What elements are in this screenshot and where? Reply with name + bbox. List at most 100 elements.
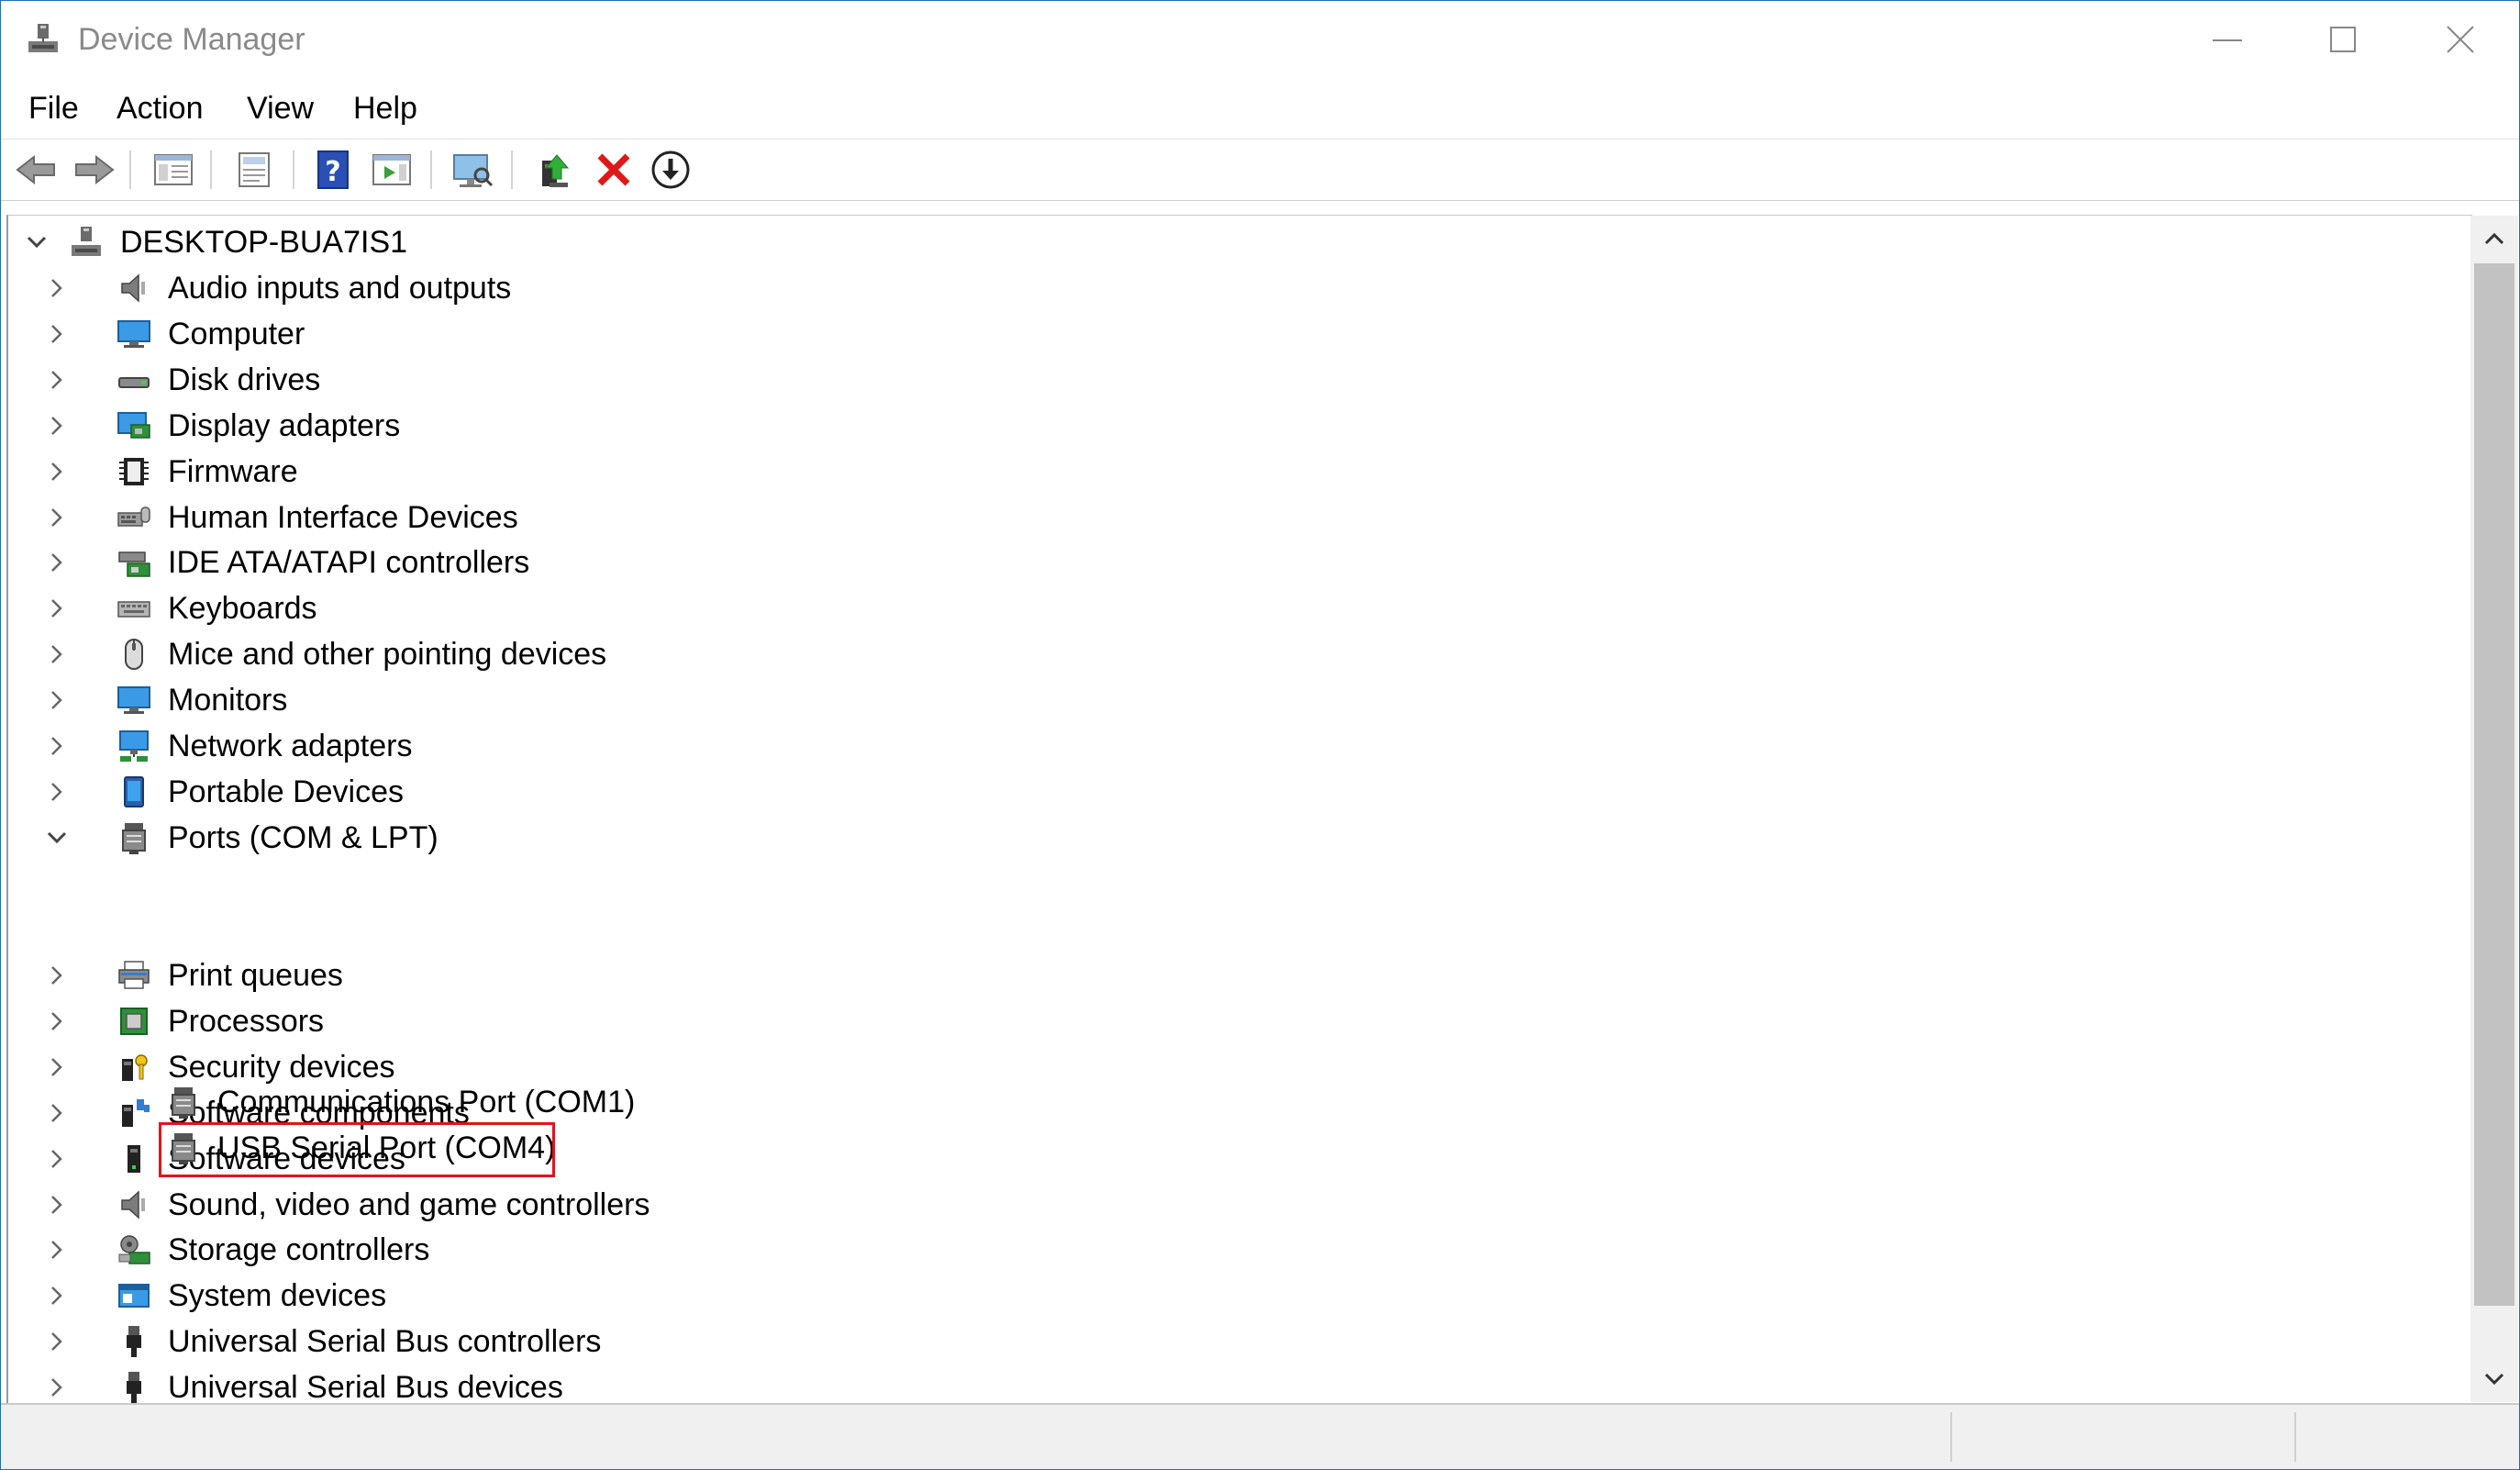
tree-category-display-adapters[interactable]: Display adapters <box>8 403 2472 449</box>
display-adapter-icon <box>117 412 150 439</box>
tree-category-label: Ports (COM & LPT) <box>168 820 439 855</box>
scroll-up-button[interactable] <box>2470 216 2518 262</box>
monitor-scan-icon <box>453 154 494 187</box>
computer-tower-icon <box>72 227 101 256</box>
tree-category-ports-com-lpt[interactable]: Ports (COM & LPT) <box>8 815 2472 861</box>
close-button[interactable] <box>2402 1 2519 80</box>
tree-root-node[interactable]: DESKTOP-BUA7IS1 <box>8 219 2472 265</box>
minimize-icon <box>2213 39 2242 41</box>
chevron-right-icon[interactable] <box>41 1052 72 1083</box>
tree-category-mice-and-other-pointing-devices[interactable]: Mice and other pointing devices <box>8 631 2472 677</box>
tree-category-network-adapters[interactable]: Network adapters <box>8 723 2472 769</box>
chevron-right-icon[interactable] <box>41 1006 72 1037</box>
tree-item-usb-serial-port[interactable]: USB Serial Port (COM4) <box>8 1125 2472 1171</box>
scan-hardware-button[interactable] <box>450 148 494 192</box>
tree-category-universal-serial-bus-controllers[interactable]: Universal Serial Bus controllers <box>8 1319 2472 1364</box>
chevron-right-icon[interactable] <box>41 593 72 624</box>
tree-category-label: Audio inputs and outputs <box>168 271 512 306</box>
chevron-right-icon[interactable] <box>41 960 72 991</box>
tree-category-computer[interactable]: Computer <box>8 311 2472 357</box>
properties-button[interactable] <box>232 148 276 192</box>
forward-button[interactable] <box>72 148 117 192</box>
chevron-right-icon[interactable] <box>41 1280 72 1311</box>
toolbar-separator <box>511 150 513 189</box>
tree-category-processors[interactable]: Processors <box>8 998 2472 1044</box>
tree-category-storage-controllers[interactable]: Storage controllers <box>8 1227 2472 1273</box>
tree-category-system-devices[interactable]: System devices <box>8 1273 2472 1319</box>
ide-controller-icon <box>118 551 150 577</box>
help-button[interactable]: ? <box>311 148 355 192</box>
menu-file[interactable]: File <box>28 87 79 129</box>
chevron-right-icon[interactable] <box>41 502 72 533</box>
port-icon <box>172 1133 195 1164</box>
tree-category-label: Storage controllers <box>168 1232 430 1267</box>
vertical-scrollbar[interactable] <box>2470 216 2518 1402</box>
chevron-right-icon[interactable] <box>41 410 72 441</box>
device-tree[interactable]: DESKTOP-BUA7IS1 Audio inputs and outputs… <box>6 215 2472 1403</box>
chevron-right-icon[interactable] <box>41 318 72 350</box>
tree-category-sound-video-and-game-controllers[interactable]: Sound, video and game controllers <box>8 1182 2472 1228</box>
svg-text:?: ? <box>325 156 340 188</box>
action-pane-icon <box>372 154 411 185</box>
toolbar-separator <box>210 150 212 189</box>
chevron-down-icon[interactable] <box>41 822 72 853</box>
tree-category-monitors[interactable]: Monitors <box>8 677 2472 723</box>
tree-category-label: Computer <box>168 317 305 351</box>
tree-category-audio-inputs-and-outputs[interactable]: Audio inputs and outputs <box>8 265 2472 311</box>
toolbar: ? <box>1 139 2519 201</box>
toolbar-separator <box>293 150 294 189</box>
chevron-right-icon[interactable] <box>41 776 72 807</box>
chevron-right-icon[interactable] <box>41 547 72 578</box>
tree-item-label: USB Serial Port (COM4) <box>217 1130 556 1165</box>
update-driver-button[interactable] <box>533 148 577 192</box>
title-bar[interactable]: Device Manager <box>1 1 2519 80</box>
tree-category-firmware[interactable]: Firmware <box>8 449 2472 495</box>
tree-category-keyboards[interactable]: Keyboards <box>8 585 2472 631</box>
back-button[interactable] <box>14 148 58 192</box>
minimize-button[interactable] <box>2169 1 2286 80</box>
maximize-button[interactable] <box>2284 1 2402 80</box>
chevron-right-icon[interactable] <box>41 273 72 304</box>
scroll-down-button[interactable] <box>2470 1356 2518 1402</box>
chevron-right-icon[interactable] <box>41 1234 72 1265</box>
chevron-right-icon[interactable] <box>41 1372 72 1403</box>
chevron-right-icon[interactable] <box>41 730 72 762</box>
tree-category-universal-serial-bus-devices[interactable]: Universal Serial Bus devices <box>8 1364 2472 1403</box>
firmware-icon <box>119 458 149 485</box>
toolbar-separator <box>430 150 432 189</box>
tree-category-ide-ata-atapi-controllers[interactable]: IDE ATA/ATAPI controllers <box>8 540 2472 585</box>
back-arrow-icon <box>16 154 55 185</box>
chevron-right-icon[interactable] <box>41 639 72 670</box>
scrollbar-thumb[interactable] <box>2474 263 2514 1306</box>
chevron-right-icon[interactable] <box>41 364 72 395</box>
uninstall-device-button[interactable] <box>592 148 636 192</box>
status-pane-divider <box>1950 1412 1952 1462</box>
tree-category-human-interface-devices[interactable]: Human Interface Devices <box>8 495 2472 540</box>
action-pane-button[interactable] <box>370 148 414 192</box>
portable-device-icon <box>124 776 144 807</box>
show-hide-console-tree-button[interactable] <box>151 148 195 192</box>
tree-category-portable-devices[interactable]: Portable Devices <box>8 769 2472 815</box>
chevron-right-icon[interactable] <box>41 685 72 716</box>
chevron-down-icon[interactable] <box>21 227 52 258</box>
tree-category-label: Sound, video and game controllers <box>168 1187 650 1222</box>
processor-icon <box>120 1008 148 1035</box>
device-manager-window: Device Manager File Action View Help ? D… <box>0 0 2520 1470</box>
enable-device-button[interactable] <box>649 148 693 192</box>
update-driver-icon <box>542 154 570 187</box>
maximize-icon <box>2330 27 2356 52</box>
chevron-right-icon[interactable] <box>41 1189 72 1220</box>
chevron-right-icon[interactable] <box>41 456 72 487</box>
tree-category-label: Universal Serial Bus devices <box>168 1370 563 1403</box>
storage-controller-icon <box>118 1235 150 1264</box>
uninstall-icon <box>597 153 630 186</box>
computer-icon <box>117 320 150 348</box>
tree-category-print-queues[interactable]: Print queues <box>8 952 2472 998</box>
menu-help[interactable]: Help <box>353 87 417 129</box>
menu-view[interactable]: View <box>247 87 314 129</box>
tree-item-com1[interactable]: Communications Port (COM1) <box>8 1079 2472 1125</box>
sound-icon <box>121 1190 145 1219</box>
menu-action[interactable]: Action <box>117 87 204 129</box>
chevron-right-icon[interactable] <box>41 1326 72 1357</box>
tree-category-disk-drives[interactable]: Disk drives <box>8 357 2472 403</box>
